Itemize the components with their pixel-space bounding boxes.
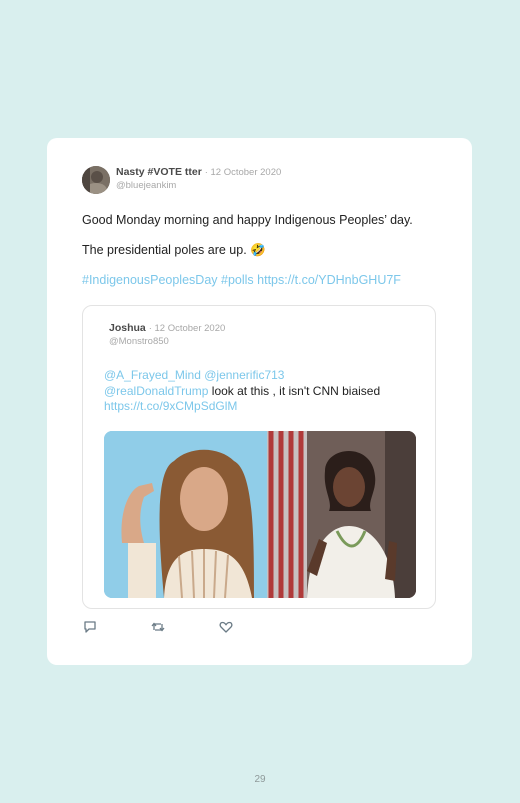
quoted-header: Joshua · 12 October 2020 @Monstro850 — [109, 322, 225, 348]
heart-icon[interactable] — [219, 620, 233, 634]
quoted-text: look at this , it isn't CNN biaised — [208, 383, 381, 398]
reply-icon[interactable] — [83, 620, 97, 634]
quoted-url[interactable]: https://t.co/9xCMpSdGlM — [104, 399, 237, 413]
tweet-header: Nasty #VOTE tter · 12 October 2020 @blue… — [82, 166, 281, 196]
display-name[interactable]: Nasty #VOTE tter — [116, 166, 202, 178]
quoted-body: @A_Frayed_Mind @jennerific713 @realDonal… — [104, 368, 424, 415]
author-names: Nasty #VOTE tter · 12 October 2020 @blue… — [116, 166, 281, 192]
tweet-actions — [83, 620, 287, 634]
photo-right[interactable] — [267, 431, 416, 598]
mention-link[interactable]: @jennerific713 — [204, 368, 284, 382]
hashtags[interactable]: #IndigenousPeoplesDay #polls — [82, 273, 254, 287]
quoted-date: · 12 October 2020 — [148, 323, 226, 334]
retweet-icon[interactable] — [151, 620, 165, 634]
tweet-date: · 12 October 2020 — [204, 167, 282, 178]
tweet-line-2: The presidential poles are up. 🤣 — [82, 243, 266, 257]
quoted-display-name[interactable]: Joshua — [109, 322, 146, 334]
tweet-line-1: Good Monday morning and happy Indigenous… — [82, 213, 413, 227]
tweet-links: #IndigenousPeoplesDay #polls https://t.c… — [82, 272, 452, 288]
avatar[interactable] — [82, 166, 110, 194]
tweet-body: Good Monday morning and happy Indigenous… — [82, 212, 452, 302]
quoted-handle[interactable]: @Monstro850 — [109, 335, 225, 348]
page-number: 29 — [254, 774, 266, 785]
quoted-media[interactable] — [104, 431, 416, 598]
user-handle[interactable]: @bluejeankim — [116, 179, 281, 192]
photo-left[interactable] — [104, 431, 267, 598]
mention-link[interactable]: @A_Frayed_Mind — [104, 368, 201, 382]
quoted-tweet[interactable]: Joshua · 12 October 2020 @Monstro850 @A_… — [82, 305, 436, 609]
tweet-card: Nasty #VOTE tter · 12 October 2020 @blue… — [47, 138, 472, 665]
mention-link[interactable]: @realDonaldTrump — [104, 384, 208, 398]
tweet-url[interactable]: https://t.co/YDHnbGHU7F — [257, 273, 401, 287]
